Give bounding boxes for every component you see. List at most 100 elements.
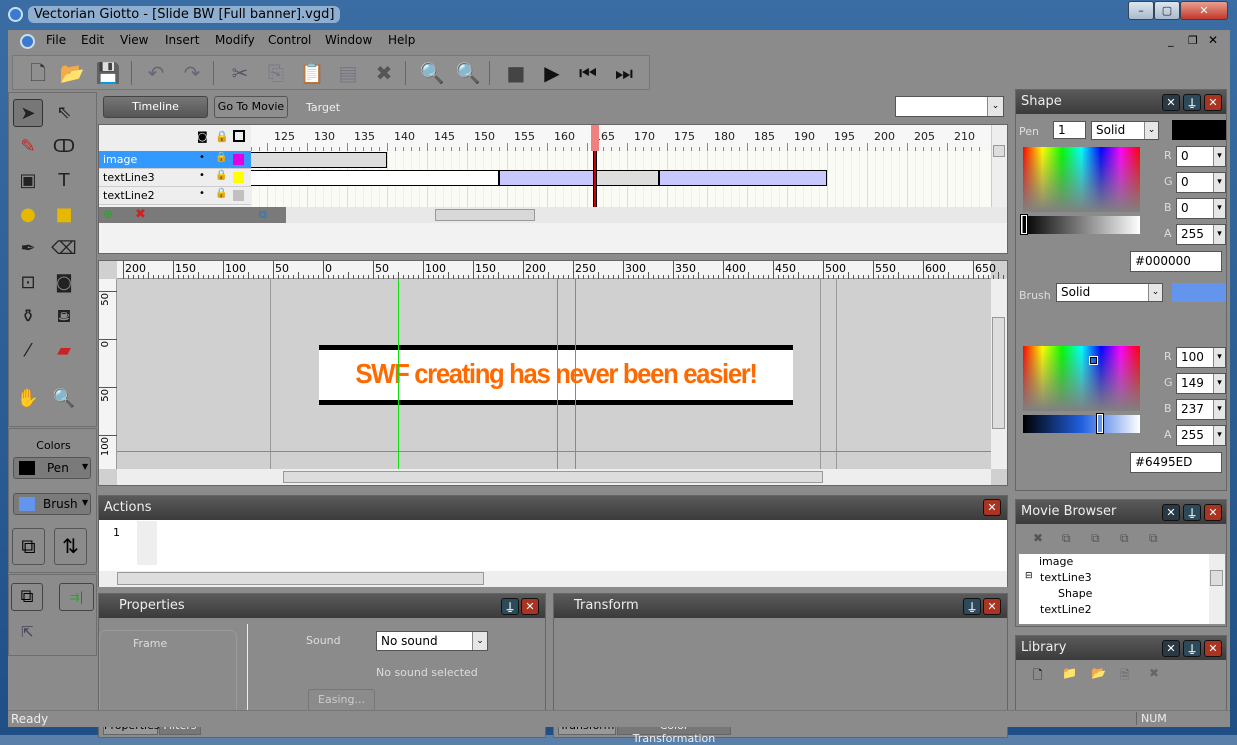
layer-row-textLine2[interactable]: textLine2 • 🔒: [99, 187, 251, 205]
frame-span-image[interactable]: [251, 152, 387, 168]
new-file-icon[interactable]: 🗋: [25, 60, 51, 86]
target-select[interactable]: ⌄: [895, 96, 1004, 117]
lock-icon[interactable]: 🔒: [215, 130, 229, 143]
frame-label[interactable]: 130: [314, 130, 335, 143]
spin-dropdown-icon[interactable]: ▾: [1213, 348, 1225, 367]
actions-hscroll[interactable]: [99, 571, 1007, 587]
frame-ruler[interactable]: 125 130 135 140 145 150 155 160 165 170 175 180 185 1…: [251, 125, 991, 151]
frame-label[interactable]: 190: [794, 130, 815, 143]
guide-line[interactable]: [575, 279, 576, 469]
shape-pen_rgba-g-spinner[interactable]: 0 ▾: [1176, 172, 1226, 193]
menu-file[interactable]: File: [46, 33, 66, 47]
pen-color-button[interactable]: Pen ▼: [13, 457, 91, 479]
menu-control[interactable]: Control: [268, 33, 311, 47]
redo-icon[interactable]: ↷: [179, 60, 205, 86]
lock-icon[interactable]: 🔒: [215, 188, 227, 199]
guide-line[interactable]: [398, 279, 399, 469]
outline-icon[interactable]: [233, 130, 245, 142]
playhead-line[interactable]: [593, 151, 597, 207]
minimize-button[interactable]: –: [1128, 1, 1154, 20]
visible-dot-icon[interactable]: •: [199, 188, 205, 199]
menu-help[interactable]: Help: [388, 33, 415, 47]
brush-hex-input[interactable]: #6495ED: [1130, 452, 1222, 473]
brush-color-button[interactable]: Brush ▼: [13, 493, 91, 515]
pin-icon[interactable]: ⍊: [963, 598, 981, 615]
frame-span-keyframe[interactable]: [595, 170, 659, 186]
frame-label[interactable]: 180: [714, 130, 735, 143]
timeline-hscroll-thumb[interactable]: [435, 209, 535, 221]
spin-dropdown-icon[interactable]: ▾: [1213, 374, 1225, 393]
send-to-back-icon[interactable]: ⧉: [1149, 531, 1158, 546]
playhead-marker[interactable]: [591, 125, 599, 151]
sound-select[interactable]: No sound ⌄: [376, 631, 488, 651]
spin-dropdown-icon[interactable]: ▾: [1213, 400, 1225, 419]
tool-pen-icon[interactable]: ✒: [13, 235, 43, 263]
tool-text-icon[interactable]: T: [49, 167, 79, 195]
menu-view[interactable]: View: [120, 33, 148, 47]
mdi-restore-icon[interactable]: ❐: [1188, 34, 1198, 47]
tool-arrow-icon[interactable]: ➤: [13, 99, 43, 127]
add-layer-icon[interactable]: ⊕: [103, 207, 113, 221]
tool-gradient-transform-icon[interactable]: ◙: [49, 269, 79, 297]
tool-eraser-block-icon[interactable]: ▰: [49, 337, 79, 365]
frame-label[interactable]: 210: [954, 130, 975, 143]
tree-item[interactable]: textLine3: [1040, 571, 1092, 584]
stage-hscroll[interactable]: [117, 469, 991, 485]
menu-edit[interactable]: Edit: [81, 33, 104, 47]
maximize-button[interactable]: ▢: [1154, 1, 1180, 20]
tool-zoom-icon[interactable]: 🔍: [49, 385, 79, 413]
frame-span-textline3[interactable]: [251, 170, 499, 186]
delete-icon[interactable]: ✖: [1033, 531, 1043, 545]
go-to-start-icon[interactable]: ⏮: [575, 60, 601, 86]
spin-dropdown-icon[interactable]: ▾: [1213, 173, 1225, 192]
shape-brush_rgba-g-spinner[interactable]: 149 ▾: [1176, 373, 1226, 394]
tool-pencil-icon[interactable]: ✎: [13, 133, 43, 161]
tool-transform-icon[interactable]: ⊡: [13, 269, 43, 297]
tool-paint-bucket-icon[interactable]: ⛾: [49, 303, 79, 331]
zoom-in-icon[interactable]: 🔍: [419, 60, 445, 86]
layer-row-image[interactable]: image • 🔒: [99, 151, 251, 169]
tree-item[interactable]: Shape: [1058, 587, 1092, 600]
overlap-icon[interactable]: ⧉: [11, 583, 43, 611]
frame-span-tween[interactable]: [659, 170, 827, 186]
guide-line[interactable]: [557, 279, 558, 469]
tree-item[interactable]: image: [1039, 555, 1073, 568]
frame-label[interactable]: 135: [354, 130, 375, 143]
guide-line[interactable]: [117, 451, 991, 452]
frame-label[interactable]: 200: [874, 130, 895, 143]
default-colors-icon[interactable]: ⧉: [12, 528, 45, 565]
frame-label[interactable]: 175: [674, 130, 695, 143]
layer-color-swatch[interactable]: [233, 154, 244, 165]
brush-style-select[interactable]: Solid ⌄: [1056, 283, 1163, 302]
spin-dropdown-icon[interactable]: ▾: [1213, 147, 1225, 166]
delete-icon[interactable]: ✖: [1149, 666, 1159, 680]
visible-dot-icon[interactable]: •: [199, 170, 205, 181]
new-folder-icon[interactable]: 📁: [1062, 666, 1077, 680]
shape-brush_rgba-b-spinner[interactable]: 237 ▾: [1176, 399, 1226, 420]
close-library-button[interactable]: ✕: [1204, 640, 1222, 657]
open-folder-icon[interactable]: 📂: [1091, 666, 1106, 680]
pin-icon[interactable]: ⍊: [1183, 504, 1201, 521]
open-folder-icon[interactable]: 📂: [59, 60, 85, 86]
pen-style-select[interactable]: Solid ⌄: [1091, 121, 1159, 140]
pen-luminance-slider[interactable]: [1020, 214, 1140, 235]
mdi-close-icon[interactable]: ✕: [1208, 33, 1218, 47]
pen-color-swatch[interactable]: [1172, 120, 1226, 140]
pin-icon[interactable]: ⍊: [1183, 94, 1201, 111]
zoom-out-icon[interactable]: 🔍: [455, 60, 481, 86]
tool-lasso-icon[interactable]: ↀ: [49, 133, 79, 161]
go-to-movie-button[interactable]: Go To Movie: [214, 96, 288, 118]
play-icon[interactable]: ▶: [539, 60, 565, 86]
shape-pen_rgba-b-spinner[interactable]: 0 ▾: [1176, 198, 1226, 219]
frame-label[interactable]: 125: [274, 130, 295, 143]
float-icon[interactable]: ✕: [1162, 504, 1180, 521]
frames-grid[interactable]: [251, 151, 991, 207]
easing-button[interactable]: Easing...: [308, 689, 375, 711]
timeline-vscroll[interactable]: [991, 125, 1007, 207]
paste-icon[interactable]: 📋: [299, 60, 325, 86]
close-movie-browser-button[interactable]: ✕: [1204, 504, 1222, 521]
layer-color-swatch[interactable]: [233, 172, 244, 183]
copy-icon[interactable]: ⎘: [263, 60, 289, 86]
shape-brush_rgba-a-spinner[interactable]: 255 ▾: [1176, 425, 1226, 446]
float-icon[interactable]: ✕: [1162, 640, 1180, 657]
